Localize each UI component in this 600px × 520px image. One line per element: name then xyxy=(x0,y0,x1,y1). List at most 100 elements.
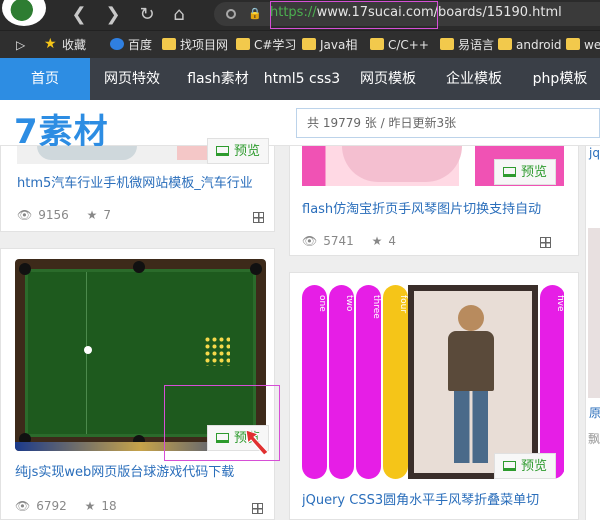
bookmark-label: C/C++ xyxy=(388,38,429,52)
pointer-arrow-icon xyxy=(245,429,269,456)
forward-icon[interactable]: ❯ xyxy=(100,2,126,28)
eye-icon: 👁 xyxy=(17,208,33,222)
site-nav: 首页 网页特效 flash素材 html5 css3 网页模板 企业模板 php… xyxy=(0,58,600,100)
accordion-label: two xyxy=(344,295,354,312)
bookmarks-toggle-icon[interactable]: ▷ xyxy=(4,35,25,55)
card-title[interactable]: jq xyxy=(589,146,600,160)
bookmark-item[interactable]: Java相 xyxy=(302,35,357,55)
star-icon: ★ xyxy=(86,208,98,222)
preview-button[interactable]: 预览 xyxy=(494,453,557,479)
card-title[interactable]: 原 xyxy=(589,404,600,421)
folder-icon xyxy=(302,38,316,50)
template-card: 预览 flash仿淘宝折页手风琴图片切换支持自动 👁 5741 ★ 4 xyxy=(289,146,579,256)
monitor-icon xyxy=(503,461,516,471)
search-box[interactable] xyxy=(296,108,600,138)
card-title[interactable]: flash仿淘宝折页手风琴图片切换支持自动 xyxy=(302,198,564,217)
eye-icon: 👁 xyxy=(302,234,318,248)
card-stats: 👁 5741 ★ 4 xyxy=(302,234,402,248)
card-thumbnail[interactable] xyxy=(15,259,266,451)
star-icon: ★ xyxy=(84,499,96,513)
site-header: 7素材 xyxy=(0,100,600,152)
nav-enterprise-templates[interactable]: 企业模板 xyxy=(436,58,512,100)
url-path: www.17sucai.com/boards/15190.html xyxy=(316,5,562,20)
accordion-label: one xyxy=(317,295,327,312)
template-card: 预览 htm5汽车行业手机微网站模板_汽车行业 👁 9156 ★ 7 xyxy=(0,138,275,232)
card-meta: 飘 xyxy=(588,432,600,446)
nav-home[interactable]: 首页 xyxy=(0,58,90,100)
bookmark-label: C#学习 xyxy=(254,38,297,52)
bookmark-item[interactable]: 易语言 xyxy=(440,35,494,55)
url-text[interactable]: https://www.17sucai.com/boards/15190.htm… xyxy=(270,5,562,20)
card-thumbnail[interactable]: one two three four five xyxy=(302,285,564,479)
bookmarks-bar: ▷ ★ 收藏 百度 找项目网 C#学习 Java相 C/C++ 易语言 andro… xyxy=(0,30,600,58)
folder-icon xyxy=(566,38,580,50)
star-icon: ★ xyxy=(44,36,57,52)
preview-label: 预览 xyxy=(521,165,548,180)
accordion-label: five xyxy=(555,295,564,312)
bookmark-label: 易语言 xyxy=(458,38,495,52)
lock-icon: 🔒 xyxy=(248,7,262,20)
site-info-icon[interactable] xyxy=(226,9,236,19)
bookmark-label: android xyxy=(516,38,562,52)
bookmark-item[interactable]: android xyxy=(498,35,562,55)
bookmark-item[interactable]: 百度 xyxy=(110,35,152,55)
accordion-tab: three xyxy=(356,285,381,479)
bookmark-label: 收藏 xyxy=(62,38,87,52)
nav-flash[interactable]: flash素材 xyxy=(178,58,258,100)
home-icon[interactable]: ⌂ xyxy=(166,2,192,28)
accordion-tab: five xyxy=(540,285,564,479)
folder-icon xyxy=(440,38,454,50)
nav-php-templates[interactable]: php模板 xyxy=(522,58,598,100)
accordion-tab: one xyxy=(302,285,327,479)
browser-toolbar: ❮ ❯ ↻ ⌂ 🔒 https://www.17sucai.com/boards… xyxy=(0,0,600,30)
url-protocol: https:// xyxy=(270,5,317,20)
star-icon: ★ xyxy=(371,234,383,248)
bookmark-item[interactable]: C#学习 xyxy=(236,35,296,55)
preview-button[interactable]: 预览 xyxy=(207,138,270,164)
back-icon[interactable]: ❮ xyxy=(66,2,92,28)
card-stats: 👁 9156 ★ 7 xyxy=(17,208,117,222)
accordion-label: three xyxy=(371,295,381,319)
grid-icon[interactable] xyxy=(540,237,551,248)
folder-icon xyxy=(236,38,250,50)
view-count: 6792 xyxy=(36,499,67,513)
grid-icon[interactable] xyxy=(252,503,263,514)
bookmark-item[interactable]: ★ 收藏 xyxy=(44,35,86,55)
monitor-icon xyxy=(503,167,516,177)
card-thumbnail[interactable] xyxy=(588,228,600,398)
view-count: 9156 xyxy=(38,208,69,222)
card-title[interactable]: 纯js实现web网页版台球游戏代码下载 xyxy=(15,461,265,480)
profile-avatar[interactable] xyxy=(2,0,46,26)
template-card: 预览 纯js实现web网页版台球游戏代码下载 👁6792 ★18 xyxy=(0,248,275,520)
card-title[interactable]: jQuery CSS3圆角水平手风琴折叠菜单切 xyxy=(302,489,564,508)
nav-web-effects[interactable]: 网页特效 xyxy=(92,58,172,100)
accordion-tab: four xyxy=(383,285,408,479)
bookmark-label: Java相 xyxy=(320,38,358,52)
template-card: one two three four five 预览 jQuery CSS3圆角… xyxy=(289,272,579,520)
star-count: 18 xyxy=(101,499,117,513)
star-count: 7 xyxy=(103,208,112,222)
view-count: 5741 xyxy=(323,234,354,248)
address-bar[interactable]: 🔒 https://www.17sucai.com/boards/15190.h… xyxy=(214,2,600,26)
baidu-icon xyxy=(110,38,124,50)
bookmark-item[interactable]: 找项目网 xyxy=(162,35,228,55)
preview-button[interactable]: 预览 xyxy=(494,159,557,185)
monitor-icon xyxy=(216,146,229,156)
card-stats: 👁 6792 ★ 18 xyxy=(15,499,123,513)
bookmark-label: 百度 xyxy=(128,38,153,52)
accordion-tab: two xyxy=(329,285,354,479)
reload-icon[interactable]: ↻ xyxy=(134,2,160,28)
preview-label: 预览 xyxy=(234,144,261,159)
star-count: 4 xyxy=(388,234,397,248)
nav-web-templates[interactable]: 网页模板 xyxy=(350,58,426,100)
bookmark-item[interactable]: we xyxy=(566,35,600,55)
accordion-label: four xyxy=(398,295,408,314)
search-input[interactable] xyxy=(297,109,599,137)
card-title[interactable]: htm5汽车行业手机微网站模板_汽车行业 xyxy=(17,172,267,191)
bookmark-item[interactable]: C/C++ xyxy=(370,35,429,55)
grid-icon[interactable] xyxy=(253,212,264,223)
nav-html5-css3[interactable]: html5 css3 xyxy=(262,58,342,100)
folder-icon xyxy=(370,38,384,50)
bookmark-label: 找项目网 xyxy=(180,38,229,52)
folder-icon xyxy=(162,38,176,50)
